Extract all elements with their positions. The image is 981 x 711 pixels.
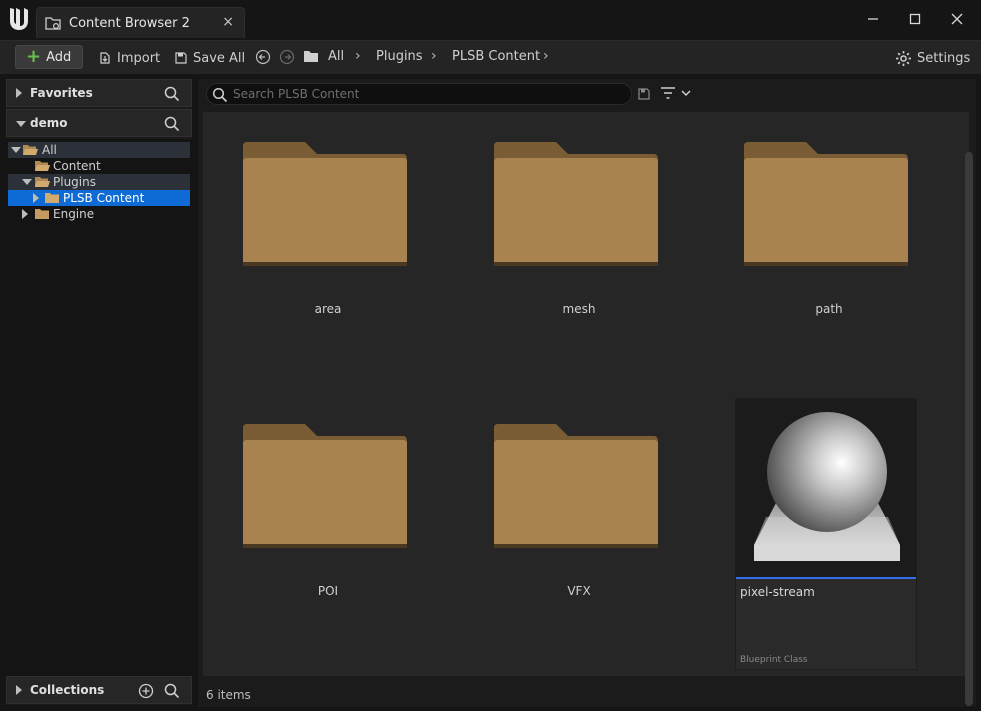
add-button[interactable]: + Add	[15, 45, 83, 69]
tree-item-label: PLSB Content	[63, 191, 145, 205]
gear-icon	[896, 50, 911, 66]
blueprint-sphere-icon	[754, 412, 900, 561]
chevron-right-icon[interactable]: ›	[431, 48, 437, 64]
add-button-label: Add	[46, 49, 72, 65]
search-icon[interactable]	[163, 682, 181, 700]
import-label: Import	[117, 50, 161, 66]
folder-open-icon	[23, 145, 38, 155]
close-icon	[951, 13, 963, 25]
vertical-scrollbar[interactable]	[965, 152, 973, 706]
folder-tile[interactable]: VFX	[454, 394, 704, 664]
title-bar: Content Browser 2 ×	[0, 0, 981, 40]
folder-icon	[45, 193, 59, 203]
asset-thumbnail	[736, 399, 916, 577]
search-icon[interactable]	[163, 85, 181, 103]
folder-tree: All Content Plugins PLSB Content Engine	[6, 139, 192, 679]
import-button[interactable]: Import	[98, 48, 160, 68]
asset-type-color-bar	[736, 577, 916, 579]
folder-tile[interactable]: POI	[203, 394, 453, 664]
project-header[interactable]: demo	[6, 109, 192, 137]
chevron-right-icon[interactable]: ›	[355, 48, 361, 64]
folder-open-icon	[35, 161, 50, 171]
collapse-arrow-icon[interactable]	[11, 147, 21, 153]
breadcrumb-all[interactable]: All	[328, 49, 344, 64]
project-label: demo	[30, 116, 68, 130]
unreal-logo-icon	[10, 8, 28, 30]
folder-open-icon	[35, 177, 50, 187]
filter-icon[interactable]	[660, 86, 676, 100]
folder-icon	[744, 142, 908, 266]
favorites-label: Favorites	[30, 86, 93, 100]
save-icon	[175, 52, 187, 64]
save-all-button[interactable]: Save All	[174, 48, 245, 68]
search-input[interactable]	[233, 85, 623, 103]
folder-icon	[494, 142, 658, 266]
back-arrow-icon[interactable]	[255, 49, 271, 65]
search-box[interactable]	[206, 83, 632, 105]
settings-button[interactable]: Settings	[895, 48, 970, 68]
tab-title: Content Browser 2	[69, 16, 190, 31]
expand-arrow-icon[interactable]	[33, 193, 39, 203]
import-icon	[100, 52, 110, 64]
folder-icon[interactable]	[303, 50, 319, 63]
folder-tab-icon	[45, 17, 61, 30]
asset-type: Blueprint Class	[740, 655, 808, 665]
collections-label: Collections	[30, 683, 105, 697]
content-browser-tab[interactable]: Content Browser 2 ×	[36, 7, 245, 38]
folder-icon	[243, 424, 407, 548]
plus-icon: +	[26, 46, 42, 67]
folder-tile[interactable]: area	[203, 112, 453, 382]
maximize-button[interactable]	[902, 8, 928, 32]
minimize-icon	[868, 18, 878, 20]
folder-label: mesh	[562, 302, 596, 316]
collapse-arrow-icon[interactable]	[22, 179, 32, 185]
forward-arrow-icon[interactable]	[279, 49, 295, 65]
expand-arrow-icon[interactable]	[16, 685, 22, 695]
folder-label: POI	[317, 584, 339, 598]
asset-name: pixel-stream	[740, 585, 815, 599]
chevron-right-icon[interactable]: ›	[543, 48, 549, 64]
collapse-arrow-icon[interactable]	[16, 121, 26, 127]
tree-item-content[interactable]: Content	[8, 158, 190, 174]
tree-item-label: Engine	[53, 207, 95, 221]
expand-arrow-icon[interactable]	[22, 209, 28, 219]
asset-tile[interactable]: pixel-stream Blueprint Class	[735, 398, 917, 670]
save-all-label: Save All	[193, 50, 246, 66]
folder-label: area	[314, 302, 342, 316]
breadcrumb-plsb-content[interactable]: PLSB Content	[452, 49, 540, 64]
tree-item-label: Content	[53, 159, 101, 173]
tree-item-label: Plugins	[53, 175, 96, 189]
chevron-down-icon[interactable]	[681, 89, 691, 97]
tab-close-icon[interactable]: ×	[222, 14, 234, 30]
favorites-header[interactable]: Favorites	[6, 79, 192, 107]
close-window-button[interactable]	[944, 8, 970, 32]
folder-label: path	[815, 302, 843, 316]
maximize-icon	[909, 13, 921, 25]
tree-item-plugins[interactable]: Plugins	[8, 174, 190, 190]
folder-icon	[243, 142, 407, 266]
search-icon[interactable]	[163, 115, 181, 133]
item-count: 6 items	[206, 688, 251, 702]
asset-grid: area mesh path POI VFX pixel-stream Blue…	[203, 112, 973, 706]
minimize-button[interactable]	[860, 8, 886, 32]
tree-item-engine[interactable]: Engine	[8, 206, 190, 222]
folder-icon	[35, 209, 49, 219]
folder-label: VFX	[567, 584, 591, 598]
folder-tile[interactable]: path	[704, 112, 954, 382]
settings-label: Settings	[917, 50, 971, 66]
sources-panel: Favorites demo All Content Plugins PLSB …	[6, 79, 192, 705]
collections-header[interactable]: Collections	[6, 676, 192, 704]
tree-item-label: All	[42, 143, 57, 157]
tree-item-plsb-content[interactable]: PLSB Content	[8, 190, 190, 206]
folder-tile[interactable]: mesh	[454, 112, 704, 382]
asset-view-panel: area mesh path POI	[198, 79, 976, 707]
tree-item-all[interactable]: All	[8, 142, 190, 158]
breadcrumb-plugins[interactable]: Plugins	[376, 49, 423, 64]
folder-icon	[494, 424, 658, 548]
save-search-icon[interactable]	[638, 88, 650, 100]
search-icon	[212, 87, 228, 103]
toolbar: + Add Import Save All All › Plugins › PL…	[0, 40, 981, 74]
add-collection-icon[interactable]	[137, 682, 155, 700]
expand-arrow-icon[interactable]	[16, 88, 22, 98]
